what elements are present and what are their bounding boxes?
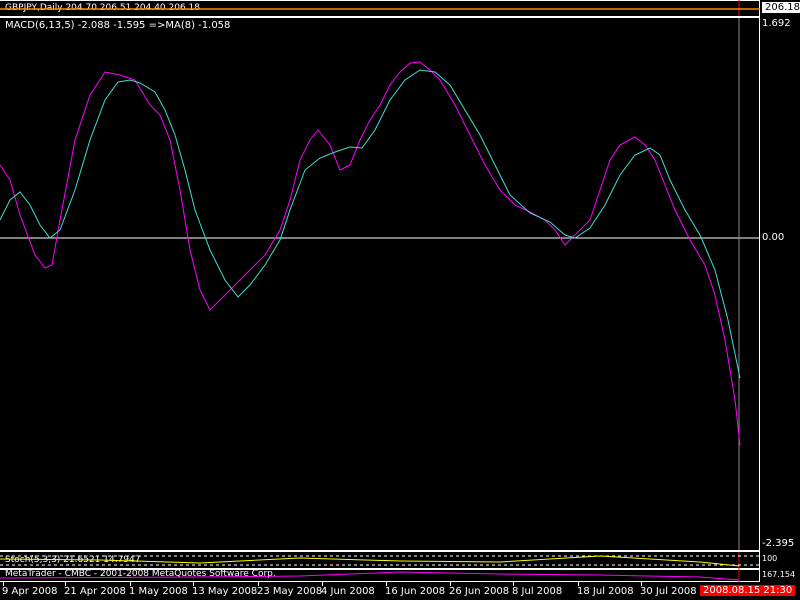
chart-lines	[0, 0, 760, 582]
time-tick-label: 1 May 2008	[129, 586, 188, 597]
cursor-time-label: 2008.08.15 21:30	[700, 585, 796, 596]
time-tick-label: 16 Jun 2008	[385, 586, 446, 597]
time-tick-label: 4 Jun 2008	[321, 586, 375, 597]
time-tick-label: 8 Jul 2008	[512, 586, 563, 597]
time-tick-label: 21 Apr 2008	[64, 586, 126, 597]
time-tick-label: 9 Apr 2008	[2, 586, 58, 597]
time-tick-label: 26 Jun 2008	[449, 586, 510, 597]
time-tick-label: 30 Jul 2008	[640, 586, 697, 597]
momentum-line	[0, 571, 740, 581]
time-tick-label: 18 Jul 2008	[577, 586, 634, 597]
time-tick-label: 23 May 2008	[257, 586, 323, 597]
time-tick-label: 13 May 2008	[192, 586, 258, 597]
macd-line	[0, 61, 741, 446]
signal-line	[0, 69, 741, 379]
